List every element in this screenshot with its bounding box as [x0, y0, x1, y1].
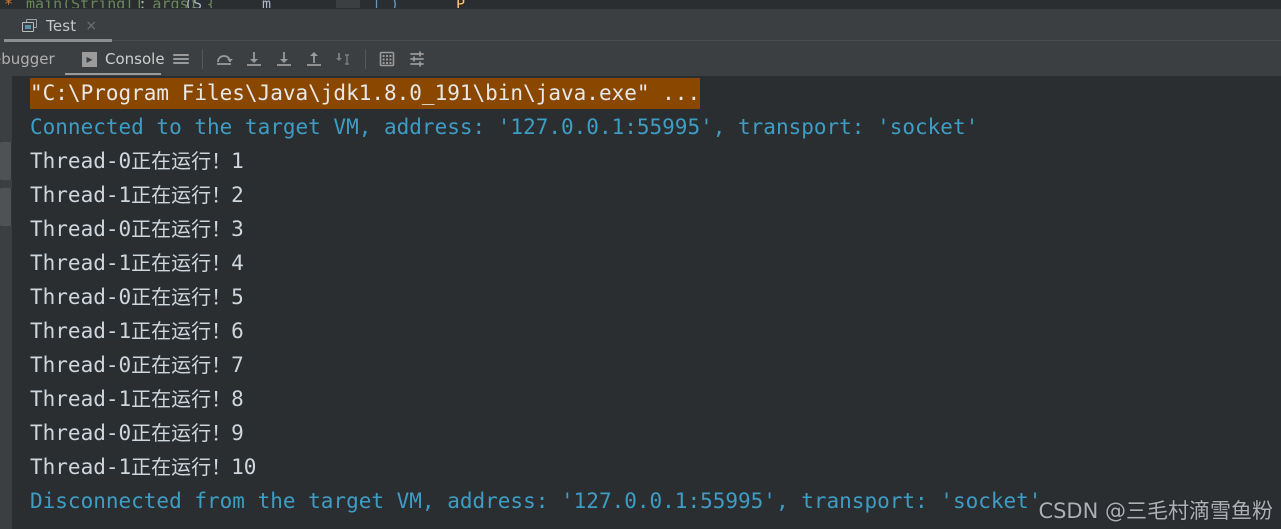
soft-wrap-lines-button[interactable]	[166, 44, 196, 74]
thread-message: 正在运行！	[131, 251, 232, 275]
code-fragment	[336, 0, 360, 8]
thread-counter: 1	[231, 149, 244, 173]
thread-name: Thread-1	[30, 319, 132, 343]
run-configuration-icon	[22, 19, 38, 33]
left-tool-strip	[0, 76, 12, 529]
console-line: Thread-1正在运行！6	[12, 314, 1281, 348]
thread-name: Thread-0	[30, 353, 132, 377]
console-line: Thread-1正在运行！10	[12, 450, 1281, 484]
run-tab-test[interactable]: Test ×	[14, 10, 105, 42]
code-fragment: :	[138, 0, 147, 8]
csdn-watermark: CSDN @三毛村滴雪鱼粉	[1038, 499, 1273, 523]
thread-name: Thread-1	[30, 455, 132, 479]
code-fragment: *	[4, 0, 13, 8]
console-line-text: Disconnected from the target VM, address…	[30, 489, 1042, 513]
thread-message: 正在运行！	[131, 319, 232, 343]
thread-counter: 3	[231, 217, 244, 241]
editor-sliver: * main(String[] args) { : (S m | ) P	[0, 0, 1281, 9]
thread-message: 正在运行！	[131, 149, 232, 173]
toolbar-separator	[365, 49, 366, 69]
console-output-pane[interactable]: "C:\Program Files\Java\jdk1.8.0_191\bin\…	[12, 76, 1281, 529]
evaluate-expression-button[interactable]	[372, 44, 402, 74]
thread-counter: 5	[231, 285, 244, 309]
thread-message: 正在运行！	[131, 183, 232, 207]
close-icon[interactable]: ×	[85, 19, 97, 33]
step-out-button[interactable]	[299, 44, 329, 74]
thread-counter: 9	[231, 421, 244, 445]
console-line: Thread-1正在运行！2	[12, 178, 1281, 212]
toolbar-button-group	[166, 42, 432, 76]
run-tab-bar: Test ×	[0, 9, 1281, 42]
console-line-command: "C:\Program Files\Java\jdk1.8.0_191\bin\…	[30, 78, 701, 109]
console-line: Thread-0正在运行！3	[12, 212, 1281, 246]
tool-window-button-2[interactable]	[0, 188, 12, 226]
thread-counter: 6	[231, 319, 244, 343]
console-line: Thread-0正在运行！9	[12, 416, 1281, 450]
thread-name: Thread-1	[30, 387, 132, 411]
console-line: Thread-0正在运行！1	[12, 144, 1281, 178]
console-line: Connected to the target VM, address: '12…	[12, 110, 1281, 144]
thread-name: Thread-0	[30, 285, 132, 309]
tab-console[interactable]: ▸ Console	[72, 42, 175, 76]
code-fragment: | )	[372, 0, 399, 8]
idea-debug-window: * main(String[] args) { : (S m | ) P Tes…	[0, 0, 1281, 529]
tab-debugger-label: ebugger	[0, 50, 55, 68]
toolbar-separator	[202, 49, 203, 69]
code-fragment: (S	[184, 0, 202, 8]
thread-counter: 4	[231, 251, 244, 275]
code-fragment: m	[262, 0, 271, 8]
run-to-cursor-button[interactable]	[329, 44, 359, 74]
settings-button[interactable]	[402, 44, 432, 74]
thread-name: Thread-0	[30, 217, 132, 241]
thread-name: Thread-1	[30, 251, 132, 275]
tool-window-button-1[interactable]	[0, 142, 12, 180]
code-fragment: P	[456, 0, 465, 8]
console-line-text: Connected to the target VM, address: '12…	[30, 115, 979, 139]
console-line: Thread-1正在运行！8	[12, 382, 1281, 416]
step-into-button[interactable]	[239, 44, 269, 74]
tab-console-active-underline	[65, 73, 161, 75]
console-line: Thread-1正在运行！4	[12, 246, 1281, 280]
thread-counter: 2	[231, 183, 244, 207]
thread-message: 正在运行！	[131, 455, 232, 479]
console-line: Thread-0正在运行！5	[12, 280, 1281, 314]
debug-toolbar: ebugger ▸ Console	[0, 42, 1281, 76]
thread-counter: 8	[231, 387, 244, 411]
console-play-icon: ▸	[82, 51, 97, 67]
thread-message: 正在运行！	[131, 217, 232, 241]
thread-message: 正在运行！	[131, 353, 232, 377]
thread-name: Thread-1	[30, 183, 132, 207]
thread-message: 正在运行！	[131, 421, 232, 445]
thread-counter: 7	[231, 353, 244, 377]
tab-debugger[interactable]: ebugger	[0, 42, 65, 76]
step-over-button[interactable]	[209, 44, 239, 74]
thread-name: Thread-0	[30, 421, 132, 445]
console-line: "C:\Program Files\Java\jdk1.8.0_191\bin\…	[12, 76, 1281, 110]
console-line: Thread-0正在运行！7	[12, 348, 1281, 382]
run-tab-divider	[112, 40, 1281, 41]
force-step-into-button[interactable]	[269, 44, 299, 74]
tab-console-label: Console	[105, 50, 165, 68]
thread-message: 正在运行！	[131, 285, 232, 309]
thread-name: Thread-0	[30, 149, 132, 173]
thread-message: 正在运行！	[131, 387, 232, 411]
thread-counter: 10	[231, 455, 257, 479]
run-tab-label: Test	[46, 17, 77, 35]
